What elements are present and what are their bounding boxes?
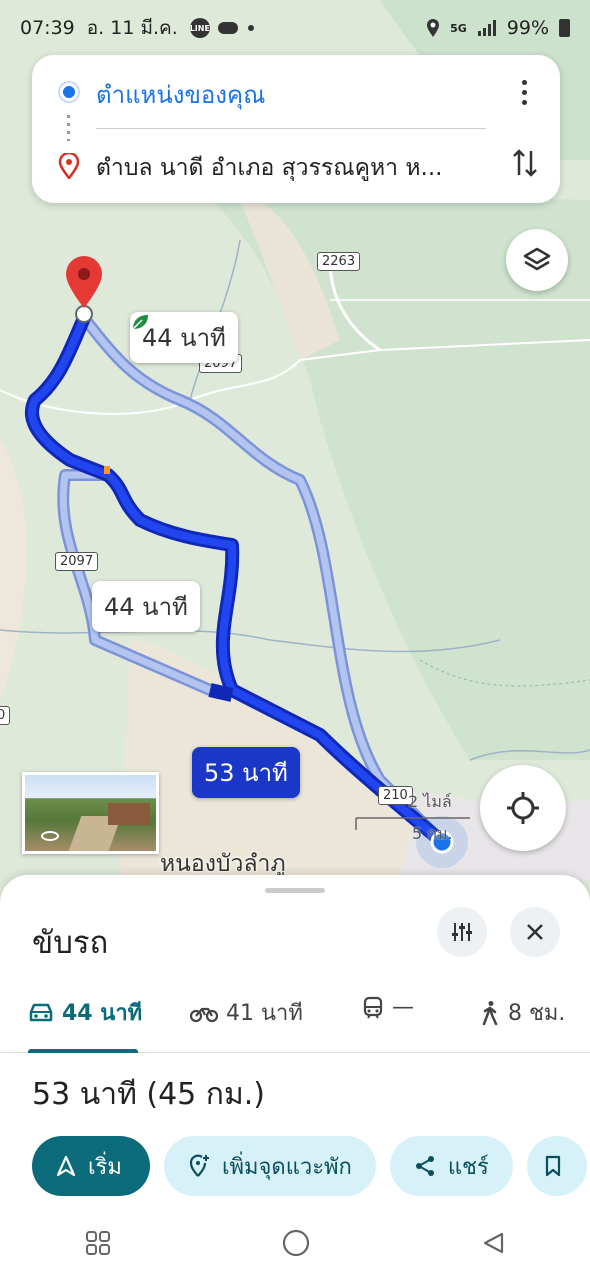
transit-icon (363, 996, 383, 1019)
start-label: เริ่ม (88, 1154, 122, 1180)
walk-icon (482, 1000, 498, 1025)
sheet-title: ขับรถ (32, 925, 109, 961)
tune-icon (452, 923, 472, 941)
road-shield: 2097 (55, 552, 99, 571)
cloud-icon (217, 22, 238, 34)
transit-time: — (392, 995, 414, 1020)
travel-mode-tabs: 44 นาที 41 นาที — 8 ชม. (0, 987, 590, 1053)
car-icon (29, 1003, 53, 1021)
route-time: 44 นาที (142, 324, 226, 352)
home-button[interactable] (281, 1228, 311, 1258)
sheet-drag-handle[interactable] (265, 888, 325, 893)
destination-pin-icon (58, 153, 80, 179)
more-options-button[interactable] (516, 77, 532, 107)
recent-apps-button[interactable] (84, 1229, 112, 1257)
location-icon (427, 19, 440, 37)
tab-drive[interactable]: 44 นาที (28, 995, 142, 1030)
share-icon (415, 1156, 434, 1176)
origin-field[interactable]: ตำแหน่งของคุณ (96, 75, 265, 114)
drive-time: 44 นาที (62, 1001, 143, 1026)
start-button[interactable]: เริ่ม (32, 1136, 150, 1196)
tab-walk[interactable]: 8 ชม. (480, 995, 565, 1030)
route-connector (67, 115, 70, 141)
back-icon (483, 1232, 503, 1253)
action-chips: เริ่ม เพิ่มจุดแวะพัก แชร์ (32, 1136, 590, 1196)
share-label: แชร์ (447, 1154, 489, 1180)
route-label-alt[interactable]: 44 นาที (92, 581, 200, 632)
status-time: 07:39 (20, 17, 75, 39)
directions-card: ตำแหน่งของคุณ ตำบล นาดี อำเภอ สุวรรณคูหา… (32, 55, 560, 203)
swap-icon[interactable] (512, 147, 538, 179)
add-location-icon (189, 1154, 209, 1177)
route-options-button[interactable] (437, 907, 487, 957)
add-stop-label: เพิ่มจุดแวะพัก (222, 1154, 352, 1180)
active-tab-indicator (28, 1049, 138, 1053)
route-label-eco[interactable]: 44 นาที (130, 312, 238, 363)
route-time: 53 นาที (204, 759, 288, 787)
status-date: อ. 11 มี.ค. (86, 17, 178, 39)
share-button[interactable]: แชร์ (389, 1136, 513, 1196)
home-icon (282, 1229, 310, 1256)
network-type: 5G (450, 21, 467, 35)
layers-button[interactable] (506, 229, 568, 291)
system-nav-bar (0, 1215, 590, 1270)
leaf-icon (132, 315, 148, 330)
tab-transit[interactable]: — (362, 995, 414, 1020)
close-icon (527, 924, 543, 940)
status-bar: 07:39 อ. 11 มี.ค. LINE 5G 99% (0, 0, 590, 56)
line-app-icon: LINE (190, 18, 210, 38)
walk-time: 8 ชม. (508, 1001, 566, 1026)
street-view-thumbnail[interactable] (22, 772, 159, 854)
layers-icon (523, 247, 551, 271)
destination-field[interactable]: ตำบล นาดี อำเภอ สุวรรณคูหา ห... (96, 150, 491, 186)
back-button[interactable] (480, 1230, 506, 1256)
route-label-selected[interactable]: 53 นาที (192, 747, 300, 798)
route-time: 44 นาที (104, 593, 188, 621)
route-summary: 53 นาที (45 กม.) (32, 1077, 265, 1112)
my-location-button[interactable] (480, 765, 566, 851)
save-button[interactable] (526, 1136, 587, 1196)
road-shield: 2263 (317, 252, 361, 271)
navigation-arrow-icon (56, 1155, 76, 1177)
motorcycle-icon (190, 1007, 218, 1022)
crosshair-icon (507, 792, 539, 824)
battery-icon (559, 19, 570, 37)
recents-icon (86, 1230, 111, 1255)
origin-dot-icon (60, 83, 78, 101)
scale-miles: 2 ไมล์ (408, 792, 452, 811)
signal-icon (477, 20, 496, 36)
add-stop-button[interactable]: เพิ่มจุดแวะพัก (164, 1136, 376, 1196)
field-divider (96, 128, 486, 129)
scale-km: 5 กม. (412, 824, 453, 843)
close-button[interactable] (510, 907, 560, 957)
rotate-360-icon (41, 831, 59, 841)
tab-motorcycle[interactable]: 41 นาที (190, 995, 303, 1030)
motorcycle-time: 41 นาที (226, 1001, 303, 1026)
battery-level: 99% (506, 17, 549, 39)
road-shield: 0 (0, 706, 11, 725)
notification-dot-icon (247, 25, 254, 31)
bookmark-icon (545, 1155, 560, 1177)
